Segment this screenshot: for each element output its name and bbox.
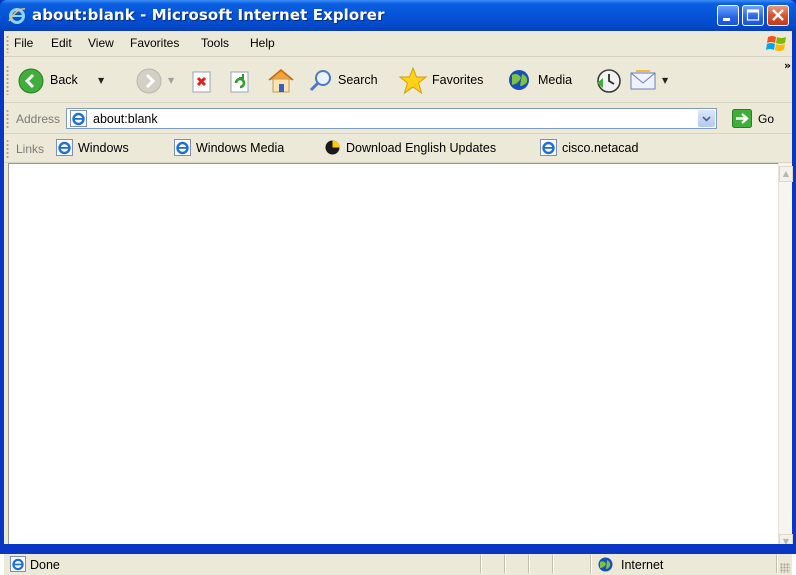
close-icon <box>772 9 784 21</box>
title-bar[interactable]: about:blank - Microsoft Internet Explore… <box>0 0 796 31</box>
back-label: Back <box>50 73 78 87</box>
ie-icon <box>174 139 191 156</box>
page-icon <box>10 556 26 572</box>
toolbar-overflow-icon[interactable]: » <box>784 59 791 72</box>
status-bar: Done Internet <box>4 552 792 575</box>
link-label: cisco.netacad <box>562 141 639 155</box>
toolbar-grip[interactable] <box>6 65 9 95</box>
go-button[interactable]: Go <box>758 112 774 126</box>
search-label: Search <box>338 73 378 87</box>
minimize-icon <box>723 18 730 21</box>
home-icon[interactable] <box>266 67 296 95</box>
link-label: Windows Media <box>196 141 285 155</box>
forward-button[interactable]: ▼ <box>132 63 180 97</box>
update-icon <box>325 140 340 155</box>
address-bar: Address about:blank Go <box>4 103 792 134</box>
scroll-up-button[interactable]: ▲ <box>779 166 793 182</box>
status-divider <box>528 555 530 573</box>
browser-client-area: File Edit View Favorites Tools Help Back <box>4 31 793 575</box>
chevron-down-icon <box>702 116 711 122</box>
security-zone-label: Internet <box>621 558 664 572</box>
page-content[interactable] <box>8 163 778 553</box>
menu-file[interactable]: File <box>14 36 33 50</box>
mail-button[interactable]: ▼ <box>626 63 678 97</box>
mail-dropdown-icon[interactable]: ▼ <box>662 76 668 85</box>
maximize-button[interactable] <box>742 5 764 26</box>
link-download-updates[interactable]: Download English Updates <box>324 139 524 157</box>
ie-icon <box>56 139 73 156</box>
page-icon <box>70 110 87 127</box>
link-cisco-netacad[interactable]: cisco.netacad <box>540 139 670 157</box>
link-windows[interactable]: Windows <box>56 139 156 157</box>
links-label: Links <box>16 142 45 156</box>
links-bar: Links Windows Windows Media Download Eng… <box>4 134 792 163</box>
media-label: Media <box>538 73 573 87</box>
ie-window: about:blank - Microsoft Internet Explore… <box>0 0 796 575</box>
ie-icon <box>8 8 26 24</box>
status-divider <box>552 555 554 573</box>
ie-icon <box>540 139 557 156</box>
search-icon <box>309 70 331 92</box>
menu-favorites[interactable]: Favorites <box>130 36 179 50</box>
windows-logo-icon <box>766 36 786 51</box>
close-button[interactable] <box>767 5 789 26</box>
go-arrow-icon[interactable] <box>732 109 752 128</box>
search-button[interactable]: Search <box>304 63 394 97</box>
status-divider <box>504 555 506 573</box>
forward-arrow-icon <box>136 68 162 94</box>
address-label: Address <box>16 112 61 126</box>
menu-view[interactable]: View <box>88 36 114 50</box>
minimize-button[interactable] <box>717 5 739 26</box>
history-icon[interactable] <box>594 66 624 96</box>
menu-tools[interactable]: Tools <box>201 36 229 50</box>
menu-edit[interactable]: Edit <box>51 36 72 50</box>
favorites-button[interactable]: Favorites <box>396 63 504 97</box>
resize-grip[interactable] <box>780 563 790 573</box>
back-arrow-icon <box>18 68 44 94</box>
favorites-label: Favorites <box>432 73 484 87</box>
status-divider <box>480 555 482 573</box>
maximize-icon <box>746 9 760 21</box>
vertical-scrollbar[interactable]: ▲ ▼ <box>778 163 793 553</box>
toolbar-grip[interactable] <box>6 109 9 129</box>
mail-icon <box>630 70 656 90</box>
menu-help[interactable]: Help <box>250 36 275 50</box>
address-dropdown-button[interactable] <box>698 110 715 127</box>
standard-toolbar: Back ▼ ▼ Search Favorites Media ▼ » <box>4 57 792 103</box>
menu-bar: File Edit View Favorites Tools Help <box>4 31 792 57</box>
back-dropdown-icon[interactable]: ▼ <box>98 76 104 85</box>
status-divider <box>776 555 778 573</box>
address-value: about:blank <box>93 112 158 126</box>
refresh-icon[interactable] <box>228 70 252 94</box>
status-text: Done <box>30 558 60 572</box>
back-button[interactable]: Back ▼ <box>12 63 136 97</box>
internet-zone-icon <box>598 557 613 572</box>
toolbar-grip[interactable] <box>6 35 9 53</box>
link-windows-media[interactable]: Windows Media <box>174 139 314 157</box>
window-title: about:blank - Microsoft Internet Explore… <box>32 6 385 24</box>
window-frame-bottom <box>0 544 796 554</box>
media-icon <box>509 70 529 90</box>
forward-dropdown-icon[interactable]: ▼ <box>168 76 174 85</box>
stop-icon[interactable] <box>190 70 214 94</box>
address-input[interactable]: about:blank <box>66 108 717 129</box>
link-label: Windows <box>78 141 129 155</box>
toolbar-grip[interactable] <box>6 139 9 159</box>
favorites-star-icon <box>398 66 428 95</box>
status-divider <box>590 555 592 573</box>
media-button[interactable]: Media <box>504 63 588 97</box>
link-label: Download English Updates <box>346 141 497 155</box>
